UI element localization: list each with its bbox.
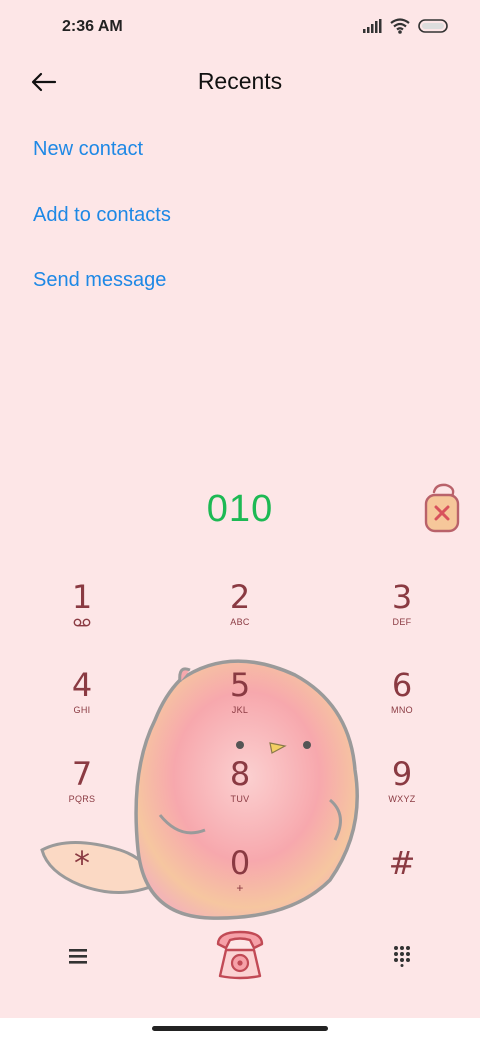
key-digit: # — [388, 844, 416, 882]
menu-button[interactable] — [60, 938, 96, 974]
key-star[interactable]: * — [22, 836, 142, 916]
key-digit: 4 — [71, 666, 93, 704]
key-digit: 6 — [391, 666, 413, 704]
key-letters: WXYZ — [388, 794, 416, 804]
key-digit: 8 — [229, 755, 251, 793]
key-4[interactable]: 4 GHI — [22, 658, 142, 738]
add-to-contacts-link[interactable]: Add to contacts — [33, 204, 171, 227]
dialer-bottom-bar — [0, 920, 480, 1000]
backspace-icon — [424, 483, 460, 533]
key-1[interactable]: 1 — [22, 570, 142, 650]
home-indicator[interactable] — [152, 1026, 328, 1031]
status-time: 2:36 AM — [62, 18, 123, 35]
call-button[interactable] — [210, 924, 270, 984]
key-digit: 1 — [71, 578, 93, 616]
key-letters: GHI — [73, 705, 91, 715]
key-digit: 9 — [391, 755, 413, 793]
key-hash[interactable]: # — [342, 836, 462, 916]
key-digit: 5 — [229, 666, 251, 704]
key-digit: 2 — [229, 578, 251, 616]
delete-button[interactable] — [420, 480, 464, 536]
key-letters: PQRS — [68, 794, 96, 804]
key-7[interactable]: 7 PQRS — [22, 747, 142, 827]
key-letters: + — [236, 881, 244, 895]
signal-icon — [363, 19, 382, 33]
page-title: Recents — [197, 68, 283, 94]
key-9[interactable]: 9 WXYZ — [342, 747, 462, 827]
key-5[interactable]: 5 JKL — [180, 658, 300, 738]
dialpad-icon — [394, 946, 410, 967]
key-digit: 3 — [391, 578, 413, 616]
key-digit: 0 — [229, 844, 251, 882]
voicemail-icon — [73, 618, 91, 627]
battery-icon — [418, 19, 448, 33]
key-8[interactable]: 8 TUV — [180, 747, 300, 827]
dial-keypad: 1 2 ABC 3 DEF 4 GHI 5 JKL 6 MNO 7 PQRS 8… — [0, 570, 480, 930]
key-0[interactable]: 0 + — [180, 836, 300, 916]
key-digit: 7 — [71, 755, 93, 793]
phone-call-icon — [216, 930, 264, 980]
status-bar: 2:36 AM — [0, 0, 480, 56]
new-contact-link[interactable]: New contact — [33, 138, 143, 161]
key-3[interactable]: 3 DEF — [342, 570, 462, 650]
menu-icon — [69, 949, 87, 964]
key-letters: JKL — [231, 705, 249, 715]
key-2[interactable]: 2 ABC — [180, 570, 300, 650]
key-letters: ABC — [230, 617, 250, 627]
app-bar: Recents — [0, 56, 480, 108]
key-digit: * — [74, 844, 90, 882]
send-message-link[interactable]: Send message — [33, 269, 166, 292]
key-letters: TUV — [230, 794, 250, 804]
key-letters: DEF — [392, 617, 412, 627]
system-nav-bar — [0, 1018, 480, 1040]
dialpad-toggle-button[interactable] — [384, 938, 420, 974]
key-letters: MNO — [391, 705, 413, 715]
key-6[interactable]: 6 MNO — [342, 658, 462, 738]
status-icons — [362, 18, 450, 34]
wifi-icon — [390, 18, 410, 34]
dialed-number: 010 — [206, 488, 274, 530]
